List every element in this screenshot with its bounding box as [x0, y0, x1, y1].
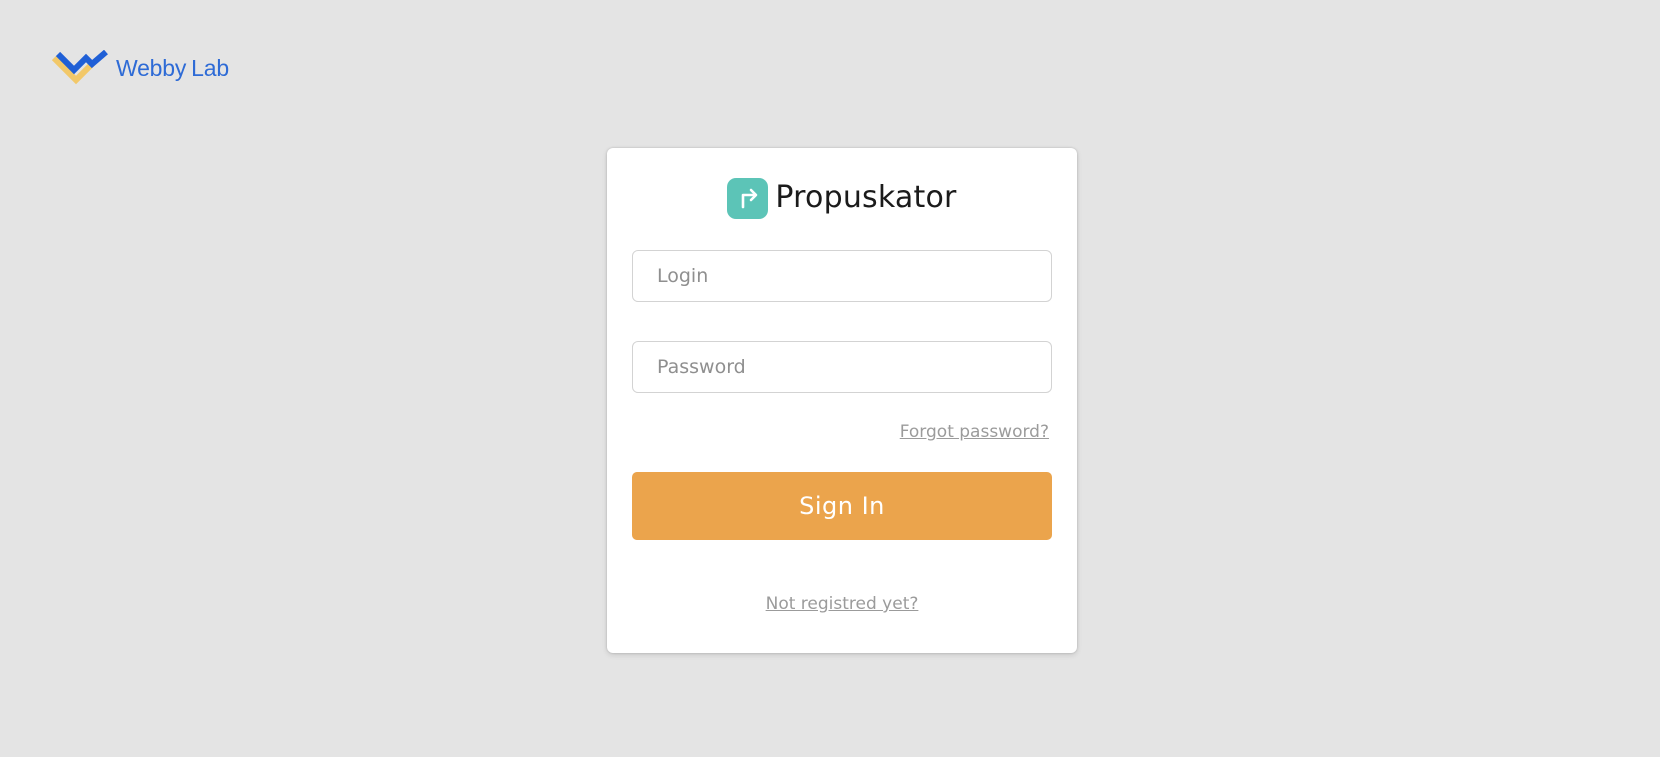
webbylab-logo-icon: [52, 50, 108, 85]
app-title: Propuskator: [775, 180, 957, 215]
login-card: Propuskator Forgot password? Sign In Not…: [607, 148, 1077, 653]
webbylab-brand[interactable]: Webby Lab: [52, 50, 229, 86]
brand-name-part1: Webby: [116, 54, 187, 81]
register-link[interactable]: Not registred yet?: [607, 594, 1077, 614]
sign-in-button[interactable]: Sign In: [632, 472, 1052, 540]
brand-name: Webby Lab: [116, 54, 229, 81]
app-header: Propuskator: [607, 177, 1077, 219]
exit-arrow-icon: [727, 177, 769, 219]
login-input[interactable]: [632, 250, 1052, 302]
password-input[interactable]: [632, 341, 1052, 393]
forgot-password-link[interactable]: Forgot password?: [900, 422, 1049, 442]
brand-name-part2: Lab: [191, 54, 229, 81]
